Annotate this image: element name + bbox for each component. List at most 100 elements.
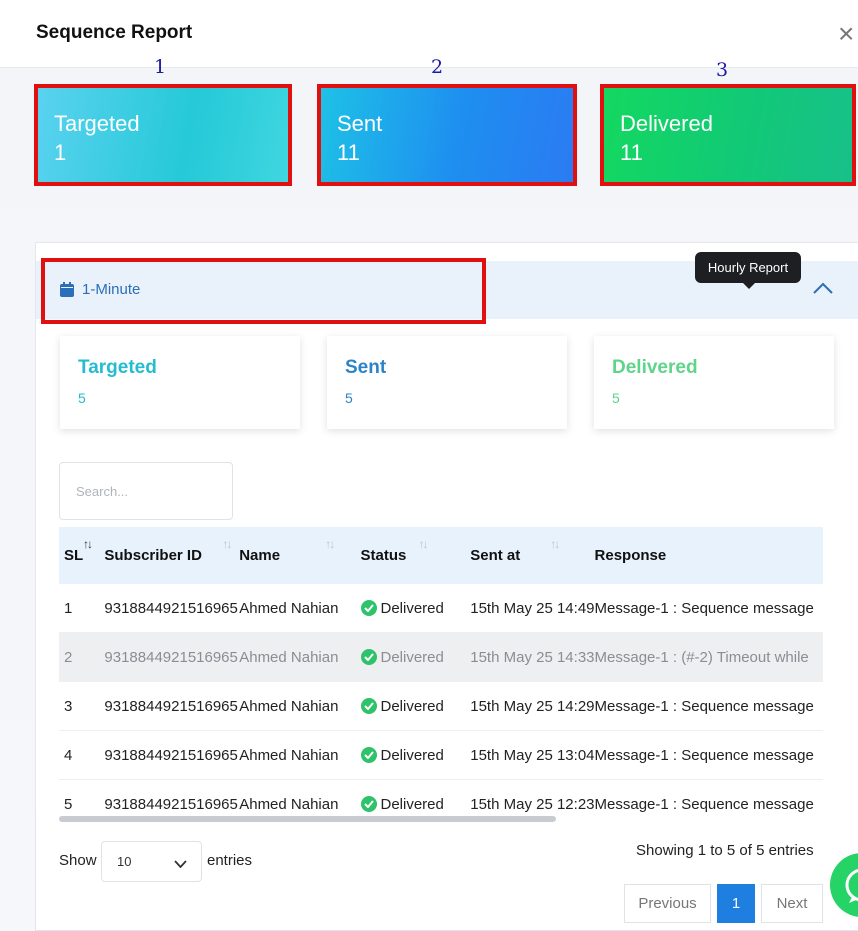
column-header-label: Sent at bbox=[470, 547, 521, 564]
table-row: 4 9318844921516965 Ahmed Nahian Delivered 15… bbox=[59, 730, 823, 780]
accordion-title-text: 1-Minute bbox=[82, 281, 141, 298]
column-header-label: SL bbox=[64, 547, 84, 564]
response-cell: Message-1 : Sequence message bbox=[594, 730, 823, 780]
calendar-icon bbox=[60, 282, 74, 297]
status-text: Delivered bbox=[380, 746, 444, 764]
sent-at-cell: 15th May 25 14:33 bbox=[470, 632, 595, 682]
column-header-label: Response bbox=[594, 547, 667, 564]
response-cell: Message-1 : Sequence message bbox=[594, 779, 823, 825]
check-circle-icon bbox=[360, 698, 377, 714]
card-label: Sent bbox=[337, 111, 383, 136]
sent-at-cell: 15th May 25 14:49 bbox=[470, 584, 595, 633]
column-header-response[interactable]: Response bbox=[595, 527, 823, 584]
chevron-up-icon[interactable] bbox=[812, 281, 834, 297]
subscriber-id-cell: 9318844921516965 bbox=[104, 730, 240, 780]
column-header-subscriber-id[interactable]: Subscriber ID ↑↓ bbox=[104, 527, 239, 584]
column-header-name[interactable]: Name ↑↓ bbox=[239, 527, 360, 584]
entries-label: entries bbox=[207, 852, 253, 869]
name-cell: Ahmed Nahian bbox=[239, 584, 361, 633]
table-header-row: SL ↑↓ Subscriber ID ↑↓ Name ↑↓ Status ↑↓ Sen… bbox=[59, 527, 823, 584]
subscriber-id-cell: 9318844921516965 bbox=[104, 632, 240, 682]
sort-icon: ↑↓ bbox=[418, 537, 429, 551]
name-cell: Ahmed Nahian bbox=[239, 632, 361, 682]
mini-card-label: Sent bbox=[345, 357, 387, 378]
sort-icon: ↑↓ bbox=[222, 537, 232, 551]
column-header-label: Name bbox=[239, 547, 281, 564]
status-badge: Delivered bbox=[360, 731, 471, 779]
check-circle-icon bbox=[360, 649, 377, 665]
sent-mini-card: Sent 5 bbox=[327, 336, 567, 429]
next-page-button[interactable]: Next bbox=[761, 884, 823, 923]
sent-at-cell: 15th May 25 14:29 bbox=[470, 681, 595, 731]
sort-icon: ↑↓ bbox=[325, 537, 335, 551]
status-cell: Delivered bbox=[360, 584, 471, 633]
card-value: 1 bbox=[54, 140, 67, 165]
status-cell: Delivered bbox=[360, 681, 471, 731]
annotation-number: 1 bbox=[154, 56, 167, 78]
mini-card-label: Targeted bbox=[78, 357, 157, 378]
mini-card-value: 5 bbox=[345, 390, 353, 406]
table-info: Showing 1 to 5 of 5 entries bbox=[636, 842, 814, 859]
whatsapp-icon[interactable] bbox=[830, 853, 858, 917]
previous-page-button[interactable]: Previous bbox=[624, 884, 711, 923]
card-value: 11 bbox=[337, 140, 360, 165]
page-length-value: 10 bbox=[117, 854, 132, 869]
sl-cell: 2 bbox=[59, 632, 105, 682]
sl-cell: 3 bbox=[59, 681, 105, 731]
card-value: 11 bbox=[620, 140, 643, 165]
name-cell: Ahmed Nahian bbox=[239, 730, 361, 780]
table-row: 1 9318844921516965 Ahmed Nahian Delivered 15… bbox=[59, 584, 823, 633]
status-text: Delivered bbox=[380, 648, 444, 666]
modal-header: Sequence Report × bbox=[0, 0, 858, 68]
status-cell: Delivered bbox=[360, 730, 471, 780]
name-cell: Ahmed Nahian bbox=[239, 681, 361, 731]
sort-icon: ↑↓ bbox=[550, 537, 560, 551]
delivered-mini-card: Delivered 5 bbox=[594, 336, 834, 429]
search-input[interactable] bbox=[59, 462, 233, 520]
sent-at-cell: 15th May 25 13:04 bbox=[470, 730, 595, 780]
sl-cell: 1 bbox=[59, 584, 105, 633]
column-header-sl[interactable]: SL ↑↓ bbox=[59, 527, 104, 584]
mini-card-value: 5 bbox=[78, 390, 86, 406]
subscriber-id-cell: 9318844921516965 bbox=[104, 681, 240, 731]
page-1-button[interactable]: 1 bbox=[717, 884, 755, 923]
accordion-title: 1-Minute bbox=[60, 281, 140, 298]
status-text: Delivered bbox=[380, 795, 444, 813]
status-badge: Delivered bbox=[360, 633, 471, 681]
table-row: 2 9318844921516965 Ahmed Nahian Delivered 15… bbox=[59, 632, 823, 682]
show-label: Show bbox=[59, 852, 97, 869]
check-circle-icon bbox=[360, 747, 377, 763]
chevron-down-icon bbox=[174, 856, 187, 871]
annotation-number: 2 bbox=[431, 56, 444, 78]
annotation-number: 3 bbox=[716, 59, 729, 81]
hourly-report-tooltip: Hourly Report bbox=[695, 252, 801, 289]
response-cell: Message-1 : (#-2) Timeout while bbox=[594, 632, 823, 682]
status-badge: Delivered bbox=[360, 682, 471, 730]
close-icon[interactable]: × bbox=[838, 20, 858, 48]
report-table: SL ↑↓ Subscriber ID ↑↓ Name ↑↓ Status ↑↓ Sen… bbox=[59, 527, 823, 825]
column-header-status[interactable]: Status ↑↓ bbox=[361, 527, 471, 584]
status-cell: Delivered bbox=[360, 632, 471, 682]
check-circle-icon bbox=[360, 600, 377, 616]
targeted-summary-card: Targeted 1 bbox=[34, 84, 292, 186]
sent-summary-card: Sent 11 bbox=[317, 84, 577, 186]
response-cell: Message-1 : Sequence message bbox=[594, 584, 823, 633]
horizontal-scrollbar[interactable] bbox=[59, 816, 556, 822]
status-text: Delivered bbox=[380, 599, 444, 617]
mini-card-label: Delivered bbox=[612, 357, 698, 378]
status-badge: Delivered bbox=[360, 584, 471, 632]
page-length-select[interactable]: 10 bbox=[101, 841, 202, 882]
sl-cell: 4 bbox=[59, 730, 105, 780]
status-text: Delivered bbox=[380, 697, 444, 715]
table-row: 3 9318844921516965 Ahmed Nahian Delivered 15… bbox=[59, 681, 823, 731]
delivered-summary-card: Delivered 11 bbox=[600, 84, 856, 186]
response-cell: Message-1 : Sequence message bbox=[594, 681, 823, 731]
report-table-wrapper: SL ↑↓ Subscriber ID ↑↓ Name ↑↓ Status ↑↓ Sen… bbox=[59, 527, 823, 825]
subscriber-id-cell: 9318844921516965 bbox=[104, 584, 240, 633]
card-label: Delivered bbox=[620, 111, 713, 136]
mini-card-value: 5 bbox=[612, 390, 620, 406]
column-header-sent-at[interactable]: Sent at ↑↓ bbox=[470, 527, 594, 584]
column-header-label: Subscriber ID bbox=[104, 547, 202, 564]
card-label: Targeted bbox=[54, 111, 140, 136]
sort-icon: ↑↓ bbox=[83, 537, 93, 551]
